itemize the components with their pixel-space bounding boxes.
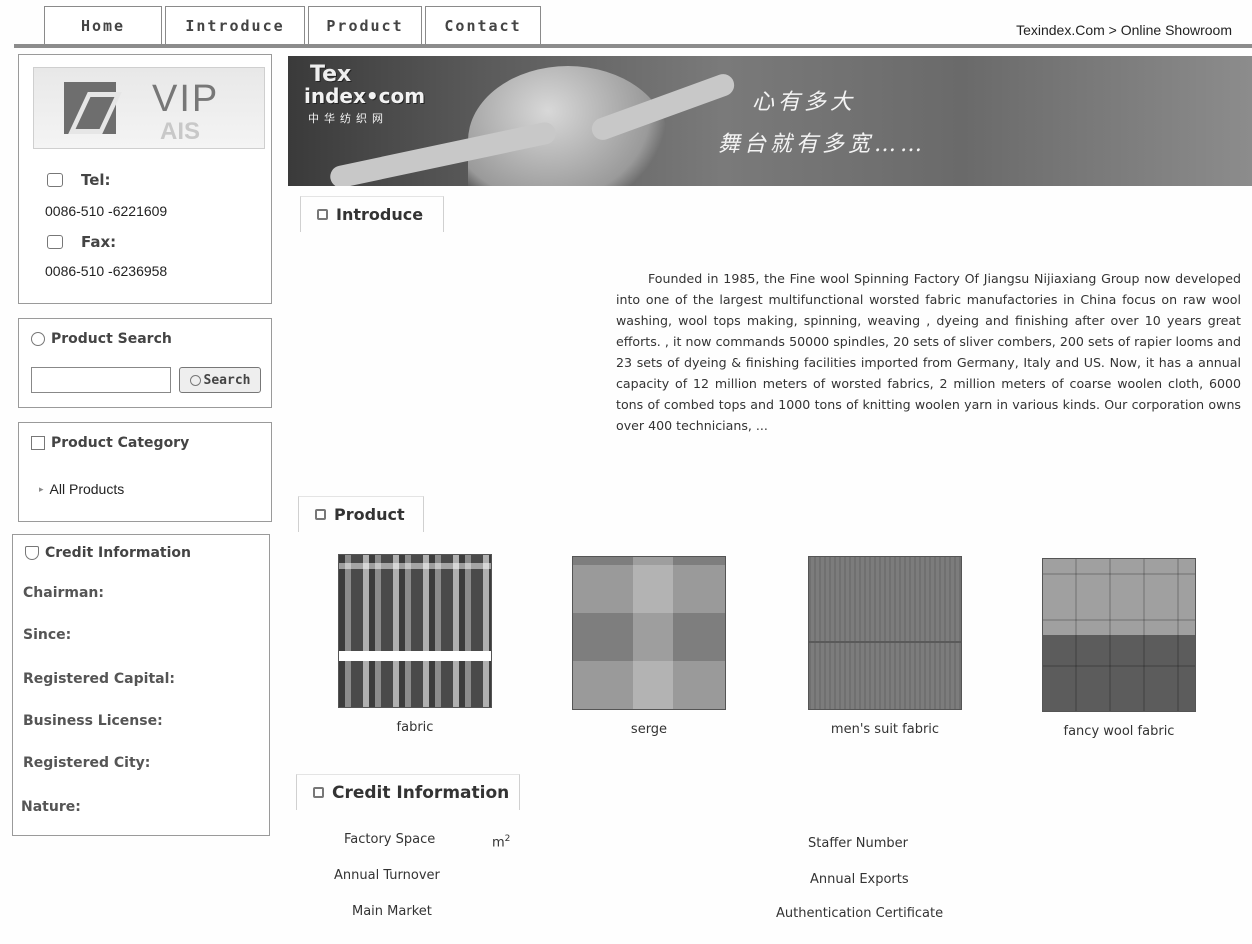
fax-icon xyxy=(47,235,63,249)
unit-exponent: 2 xyxy=(504,834,511,844)
factory-space-label: Factory Space xyxy=(344,832,436,847)
annual-exports-label: Annual Exports xyxy=(810,872,909,887)
credit-row-nature: Nature: xyxy=(21,799,81,815)
product-caption[interactable]: fancy wool fabric xyxy=(1009,724,1229,739)
product-category-title: Product Category xyxy=(31,435,189,451)
product-caption[interactable]: men's suit fabric xyxy=(775,722,995,737)
product-search-label: Product Search xyxy=(51,331,172,347)
contact-box: VIP AIS Tel: 0086-510 -6221609 Fax: 0086… xyxy=(18,54,272,304)
fax-label: Fax: xyxy=(81,233,117,251)
credit-row-business-license: Business License: xyxy=(23,713,163,729)
brand-line2: index•com xyxy=(304,84,426,108)
introduce-title: Introduce xyxy=(336,205,424,224)
texindex-logo: Tex index•com 中华纺织网 xyxy=(304,62,426,130)
tab-contact[interactable]: Contact xyxy=(425,6,541,44)
tab-home[interactable]: Home xyxy=(44,6,162,44)
vip-logo: VIP AIS xyxy=(33,67,265,149)
brand-cn: 中华纺织网 xyxy=(308,112,388,125)
credit-row-registered-capital: Registered Capital: xyxy=(23,671,175,687)
section-bullet-icon xyxy=(315,509,326,520)
category-item-all-products[interactable]: ▸ All Products xyxy=(39,481,124,497)
credit-title: Credit Information xyxy=(25,545,191,561)
credit-box: Credit Information Chairman: Since: Regi… xyxy=(12,534,270,836)
nav-divider xyxy=(14,44,1252,48)
category-item-label: All Products xyxy=(49,481,125,497)
bullet-arrow-icon: ▸ xyxy=(39,483,44,494)
credit-info-header: Credit Information xyxy=(296,774,520,810)
product-item-fancy-wool-fabric[interactable]: fancy wool fabric xyxy=(1042,558,1196,739)
header-banner: Tex index•com 中华纺织网 心有多大 舞台就有多宽…… xyxy=(288,56,1252,186)
unit-m: m xyxy=(492,835,505,851)
introduce-text: Founded in 1985, the Fine wool Spinning … xyxy=(616,271,1241,433)
product-image-serge[interactable] xyxy=(572,556,726,710)
credit-row-chairman: Chairman: xyxy=(23,585,104,601)
tel-label: Tel: xyxy=(81,171,111,189)
product-category-label: Product Category xyxy=(51,435,190,451)
fax-label-row: Fax: xyxy=(47,233,116,251)
banner-slogan-line1: 心有多大 xyxy=(752,90,857,115)
credit-info-title: Credit Information xyxy=(332,782,510,803)
shield-icon xyxy=(25,546,39,560)
tel-number: 0086-510 -6221609 xyxy=(45,203,168,219)
search-input[interactable] xyxy=(31,367,171,393)
product-image-mens-suit-fabric[interactable] xyxy=(808,556,962,710)
search-button-label: Search xyxy=(203,372,251,388)
tab-introduce[interactable]: Introduce xyxy=(165,6,305,44)
product-image-fabric[interactable] xyxy=(338,554,492,708)
staffer-number-label: Staffer Number xyxy=(808,836,908,851)
authentication-certificate-label: Authentication Certificate xyxy=(776,906,944,921)
phone-icon xyxy=(47,173,63,187)
product-category-box: Product Category ▸ All Products xyxy=(18,422,272,522)
main-market-label: Main Market xyxy=(352,904,432,919)
factory-space-unit: m2 xyxy=(492,834,510,850)
top-nav: Home Introduce Product Contact xyxy=(44,6,541,44)
breadcrumb: Texindex.Com > Online Showroom xyxy=(1016,22,1232,38)
tel-label-row: Tel: xyxy=(47,171,111,189)
search-icon xyxy=(189,374,201,386)
product-header: Product xyxy=(298,496,424,532)
product-item-serge[interactable]: serge xyxy=(572,556,726,737)
product-item-fabric[interactable]: fabric xyxy=(338,554,492,735)
credit-row-registered-city: Registered City: xyxy=(23,755,151,771)
banner-slogan-line2: 舞台就有多宽…… xyxy=(718,132,927,157)
credit-row-since: Since: xyxy=(23,627,72,643)
category-icon xyxy=(31,436,45,450)
section-bullet-icon xyxy=(317,209,328,220)
vip-logo-subtext: AIS xyxy=(160,118,201,145)
product-title: Product xyxy=(334,505,405,524)
search-button[interactable]: Search xyxy=(179,367,261,393)
vip-logo-text: VIP xyxy=(152,78,220,120)
annual-turnover-label: Annual Turnover xyxy=(334,868,440,883)
tab-product[interactable]: Product xyxy=(308,6,422,44)
fax-number: 0086-510 -6236958 xyxy=(45,263,168,279)
product-image-fancy-wool-fabric[interactable] xyxy=(1042,558,1196,712)
product-search-box: Product Search Search xyxy=(18,318,272,408)
vip-mark-icon xyxy=(64,82,116,134)
magnifier-icon xyxy=(31,332,45,346)
product-caption[interactable]: fabric xyxy=(305,720,525,735)
credit-label: Credit Information xyxy=(45,545,191,561)
product-item-mens-suit-fabric[interactable]: men's suit fabric xyxy=(808,556,962,737)
product-caption[interactable]: serge xyxy=(539,722,759,737)
product-search-title: Product Search xyxy=(31,331,172,347)
introduce-header: Introduce xyxy=(300,196,444,232)
section-bullet-icon xyxy=(313,787,324,798)
